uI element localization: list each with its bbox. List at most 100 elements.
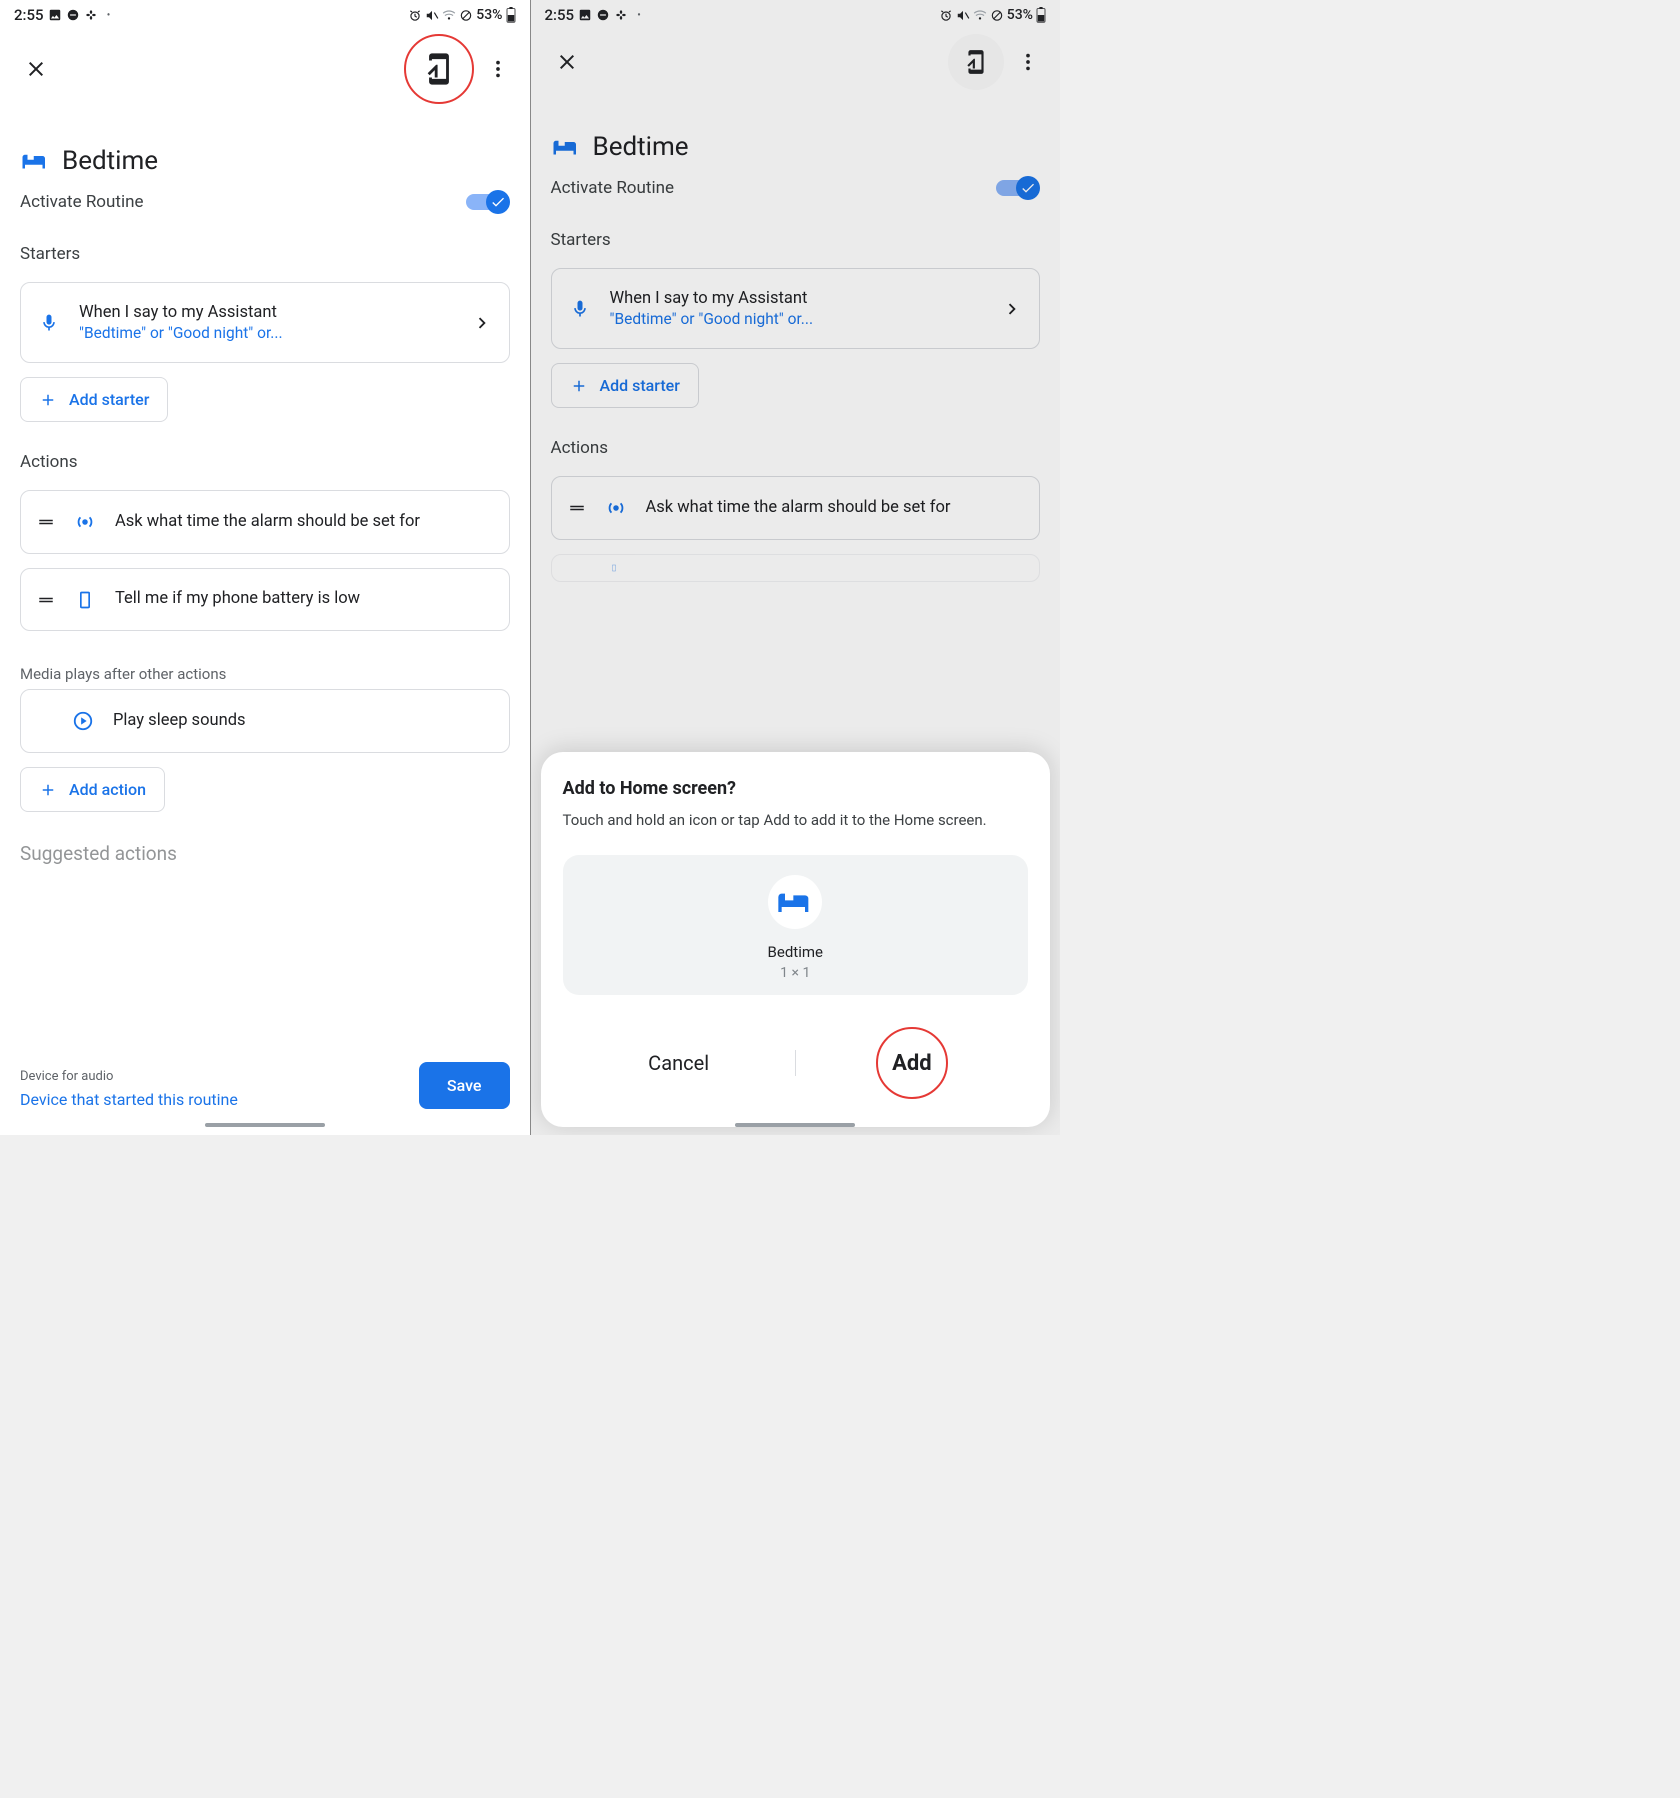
app-bar bbox=[0, 28, 530, 110]
activate-row[interactable]: Activate Routine bbox=[20, 190, 510, 214]
add-starter-button[interactable]: Add starter bbox=[551, 363, 699, 408]
routine-title-row: Bedtime bbox=[20, 146, 510, 176]
shortcut-name: Bedtime bbox=[768, 943, 823, 961]
add-action-label: Add action bbox=[69, 780, 146, 799]
dot-icon: • bbox=[632, 8, 646, 22]
routine-name: Bedtime bbox=[62, 146, 158, 176]
bed-icon bbox=[551, 132, 581, 162]
dnd-icon bbox=[66, 8, 80, 22]
close-button[interactable] bbox=[12, 45, 60, 93]
more-button[interactable] bbox=[1004, 38, 1052, 86]
starter-title: When I say to my Assistant bbox=[610, 289, 984, 308]
action-text: Ask what time the alarm should be set fo… bbox=[646, 498, 1024, 517]
battery-icon bbox=[506, 8, 516, 22]
save-button[interactable]: Save bbox=[419, 1062, 510, 1109]
starters-heading: Starters bbox=[20, 244, 510, 264]
device-label: Device for audio bbox=[20, 1069, 238, 1084]
bed-icon bbox=[20, 146, 50, 176]
slack-icon bbox=[614, 8, 628, 22]
more-button[interactable] bbox=[474, 45, 522, 93]
routine-title-row: Bedtime bbox=[551, 132, 1041, 162]
add-starter-label: Add starter bbox=[69, 390, 149, 409]
add-to-home-button[interactable] bbox=[404, 34, 474, 104]
phone-icon bbox=[602, 564, 626, 572]
status-bar: 2:55 • 53% bbox=[531, 0, 1061, 28]
image-icon bbox=[48, 8, 62, 22]
cancel-button[interactable]: Cancel bbox=[563, 1041, 795, 1085]
add-starter-button[interactable]: Add starter bbox=[20, 377, 168, 422]
activate-label: Activate Routine bbox=[551, 178, 674, 198]
mic-icon bbox=[568, 299, 592, 319]
mute-icon bbox=[956, 8, 970, 22]
suggested-heading: Suggested actions bbox=[20, 842, 510, 865]
phone-icon bbox=[73, 590, 97, 610]
drag-handle-icon[interactable] bbox=[568, 499, 586, 517]
dot-icon: • bbox=[102, 8, 116, 22]
activate-toggle[interactable] bbox=[466, 190, 510, 214]
starter-card[interactable]: When I say to my Assistant "Bedtime" or … bbox=[20, 282, 510, 363]
media-text: Play sleep sounds bbox=[113, 711, 493, 730]
activate-label: Activate Routine bbox=[20, 192, 143, 212]
nav-handle[interactable] bbox=[205, 1123, 325, 1127]
nav-handle[interactable] bbox=[735, 1123, 855, 1127]
status-time: 2:55 bbox=[545, 6, 575, 24]
close-button[interactable] bbox=[543, 38, 591, 86]
add-label: Add bbox=[876, 1027, 948, 1099]
starter-title: When I say to my Assistant bbox=[79, 303, 453, 322]
block-icon bbox=[459, 8, 473, 22]
action-text: Ask what time the alarm should be set fo… bbox=[115, 512, 493, 531]
action-text: Tell me if my phone battery is low bbox=[115, 589, 493, 608]
dialog-message: Touch and hold an icon or tap Add to add… bbox=[563, 811, 1029, 829]
mic-icon bbox=[37, 313, 61, 333]
battery-text: 53% bbox=[1007, 7, 1033, 23]
app-bar bbox=[531, 28, 1061, 96]
action-card-alarm[interactable]: Ask what time the alarm should be set fo… bbox=[551, 476, 1041, 540]
media-card[interactable]: Play sleep sounds bbox=[20, 689, 510, 753]
screen-right: 2:55 • 53% bbox=[531, 0, 1061, 1135]
dnd-icon bbox=[596, 8, 610, 22]
broadcast-icon bbox=[73, 511, 97, 533]
drag-handle-icon[interactable] bbox=[37, 591, 55, 609]
shortcut-icon bbox=[768, 875, 822, 929]
alarm-icon bbox=[408, 8, 422, 22]
alarm-icon bbox=[939, 8, 953, 22]
mute-icon bbox=[425, 8, 439, 22]
starter-subtitle: "Bedtime" or "Good night" or... bbox=[79, 324, 453, 342]
activate-row[interactable]: Activate Routine bbox=[551, 176, 1041, 200]
media-note: Media plays after other actions bbox=[20, 665, 510, 683]
add-starter-label: Add starter bbox=[600, 376, 680, 395]
add-to-home-button[interactable] bbox=[948, 34, 1004, 90]
shortcut-preview[interactable]: Bedtime 1 × 1 bbox=[563, 855, 1029, 995]
actions-heading: Actions bbox=[20, 452, 510, 472]
activate-toggle[interactable] bbox=[996, 176, 1040, 200]
action-card-alarm[interactable]: Ask what time the alarm should be set fo… bbox=[20, 490, 510, 554]
play-icon bbox=[71, 710, 95, 732]
screen-left: 2:55 • 53% bbox=[0, 0, 530, 1135]
drag-handle-icon[interactable] bbox=[37, 513, 55, 531]
add-button[interactable]: Add bbox=[796, 1017, 1028, 1109]
starters-heading: Starters bbox=[551, 230, 1041, 250]
battery-icon bbox=[1036, 8, 1046, 22]
add-action-button[interactable]: Add action bbox=[20, 767, 165, 812]
starter-subtitle: "Bedtime" or "Good night" or... bbox=[610, 310, 984, 328]
status-bar: 2:55 • 53% bbox=[0, 0, 530, 28]
shortcut-size: 1 × 1 bbox=[780, 965, 810, 981]
chevron-right-icon bbox=[471, 312, 493, 334]
chevron-right-icon bbox=[1001, 298, 1023, 320]
starter-card[interactable]: When I say to my Assistant "Bedtime" or … bbox=[551, 268, 1041, 349]
slack-icon bbox=[84, 8, 98, 22]
broadcast-icon bbox=[604, 497, 628, 519]
image-icon bbox=[578, 8, 592, 22]
dialog-title: Add to Home screen? bbox=[563, 778, 1029, 799]
block-icon bbox=[990, 8, 1004, 22]
actions-heading: Actions bbox=[551, 438, 1041, 458]
action-card-battery[interactable]: Tell me if my phone battery is low bbox=[20, 568, 510, 631]
device-value[interactable]: Device that started this routine bbox=[20, 1090, 238, 1109]
status-time: 2:55 bbox=[14, 6, 44, 24]
routine-name: Bedtime bbox=[593, 132, 689, 162]
action-card-partial[interactable] bbox=[551, 554, 1041, 582]
wifi-icon bbox=[973, 8, 987, 22]
wifi-icon bbox=[442, 8, 456, 22]
battery-text: 53% bbox=[476, 7, 502, 23]
add-home-dialog: Add to Home screen? Touch and hold an ic… bbox=[541, 752, 1051, 1127]
